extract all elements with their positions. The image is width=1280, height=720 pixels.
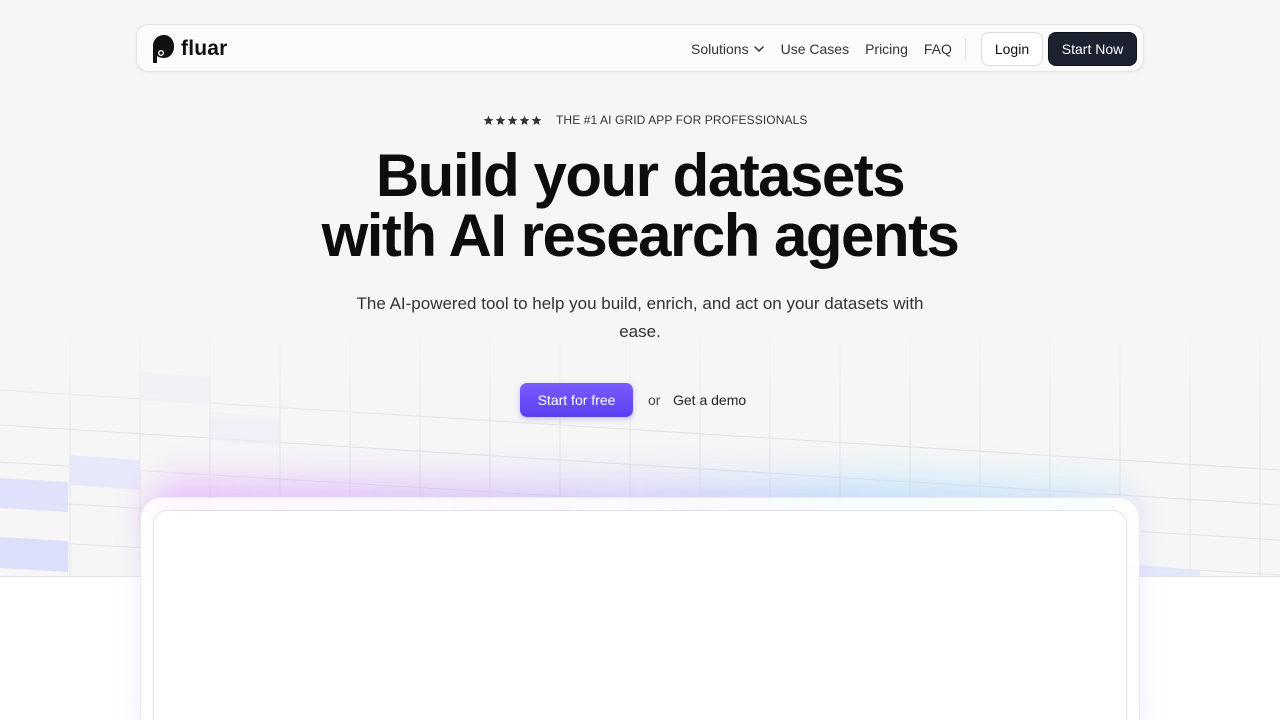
nav-pricing-label: Pricing <box>865 41 908 57</box>
star-icon <box>483 115 494 125</box>
hero-headline: Build your datasets with AI research age… <box>240 146 1040 266</box>
top-navbar: fluar Solutions Use Cases Pricing FAQ Lo… <box>136 24 1144 72</box>
nav-links: Solutions Use Cases Pricing FAQ <box>691 25 968 73</box>
star-rating <box>483 115 542 126</box>
get-demo-link[interactable]: Get a demo <box>673 392 746 408</box>
cta-or-text: or <box>648 392 661 408</box>
nav-solutions-label: Solutions <box>691 41 749 57</box>
nav-pricing[interactable]: Pricing <box>865 41 908 57</box>
login-button[interactable]: Login <box>981 32 1043 66</box>
nav-divider <box>965 39 966 59</box>
rating-badge: THE #1 AI GRID APP FOR PROFESSIONALS <box>483 111 807 129</box>
hero-subtitle: The AI-powered tool to help you build, e… <box>356 294 924 341</box>
headline-line-2: with AI research agents <box>321 202 960 269</box>
star-icon <box>495 115 506 125</box>
star-icon <box>519 115 530 125</box>
rating-text: THE #1 AI GRID APP FOR PROFESSIONALS <box>556 113 808 127</box>
star-icon <box>531 115 542 125</box>
brand-name: fluar <box>181 37 228 60</box>
nav-use-cases[interactable]: Use Cases <box>781 41 849 57</box>
nav-solutions[interactable]: Solutions <box>691 41 765 57</box>
fluar-logo-icon <box>153 35 174 63</box>
chevron-down-icon <box>753 46 764 52</box>
nav-faq-label: FAQ <box>923 41 952 57</box>
nav-use-cases-label: Use Cases <box>780 41 850 57</box>
star-icon <box>507 115 518 125</box>
start-for-free-button[interactable]: Start for free <box>520 383 633 417</box>
start-now-button[interactable]: Start Now <box>1048 32 1137 66</box>
app-preview-screen <box>153 510 1127 720</box>
brand-logo[interactable]: fluar <box>153 34 228 64</box>
headline-line-1: Build your datasets <box>375 142 906 209</box>
nav-faq[interactable]: FAQ <box>924 41 952 57</box>
